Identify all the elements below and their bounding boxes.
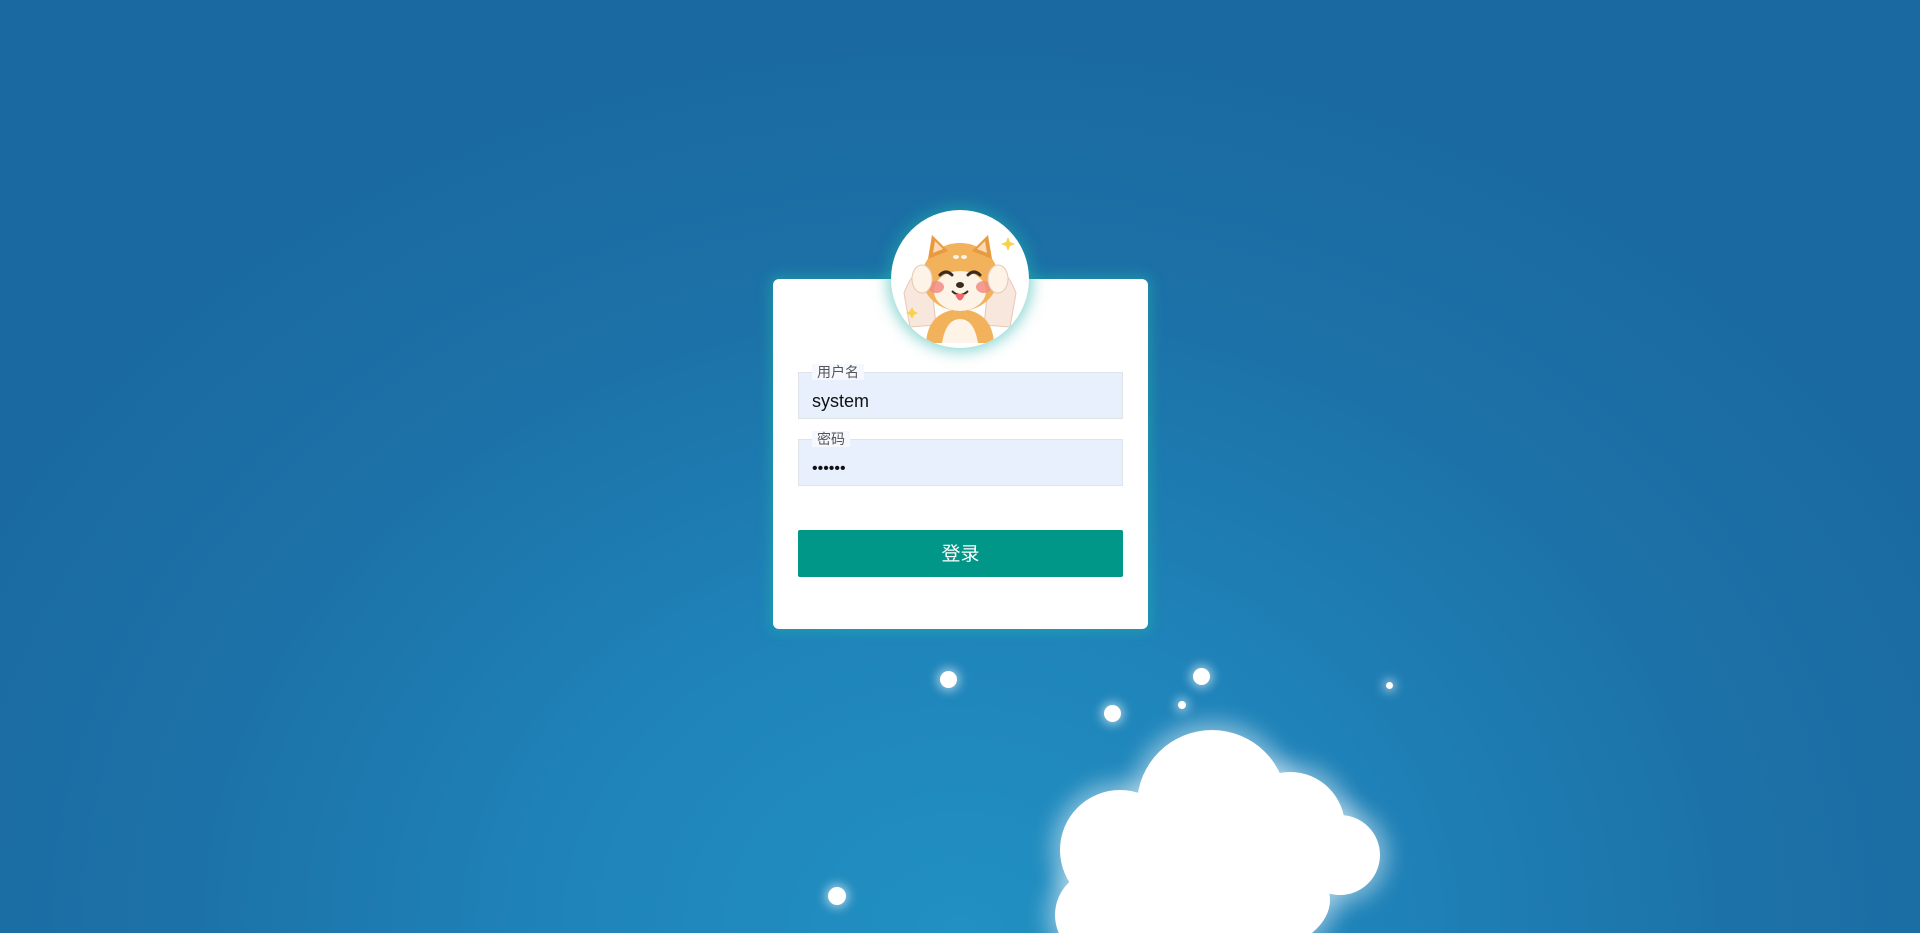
decorative-dot <box>1178 701 1186 709</box>
decorative-dot <box>1193 668 1210 685</box>
cloud-illustration <box>1040 720 1400 933</box>
password-field: 密码 <box>798 431 1123 486</box>
avatar <box>891 210 1029 348</box>
decorative-dot <box>828 887 846 905</box>
login-button[interactable]: 登录 <box>798 530 1123 577</box>
username-input[interactable] <box>799 373 1122 418</box>
username-field: 用户名 <box>798 364 1123 419</box>
password-input[interactable] <box>799 440 1122 485</box>
shiba-dog-avatar-icon <box>896 215 1024 343</box>
decorative-dot <box>940 671 957 688</box>
decorative-dot <box>1386 682 1393 689</box>
